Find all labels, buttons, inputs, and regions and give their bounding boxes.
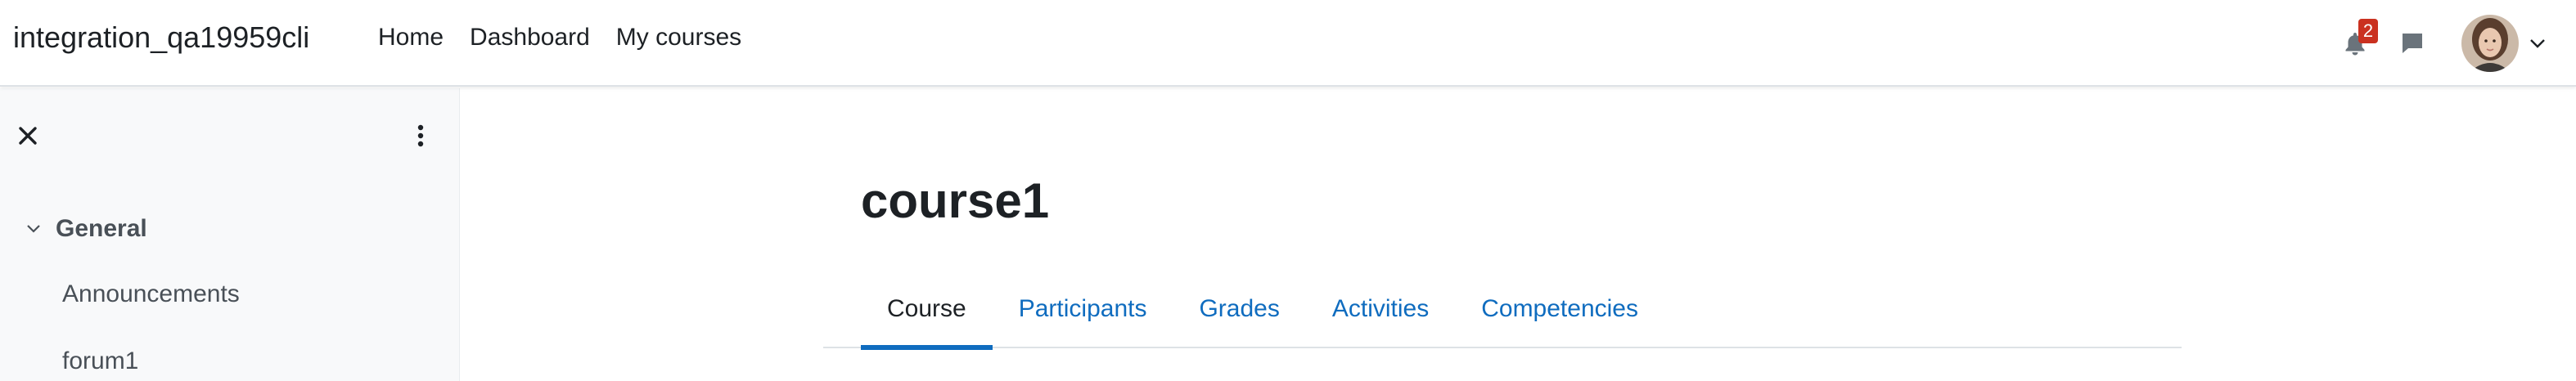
user-navigation: 2	[2335, 0, 2576, 87]
close-icon	[19, 127, 37, 145]
kebab-menu-icon	[417, 124, 424, 147]
course-index-options-button[interactable]	[404, 119, 437, 152]
course-section-general[interactable]: General	[21, 213, 147, 245]
user-avatar[interactable]	[2461, 15, 2519, 72]
tab-activities[interactable]: Activities	[1306, 270, 1455, 348]
nav-link-dashboard[interactable]: Dashboard	[457, 21, 603, 54]
chat-bubble-icon	[2403, 34, 2422, 53]
tab-participants[interactable]: Participants	[993, 270, 1173, 348]
section-title[interactable]: General	[56, 213, 147, 245]
course-index-item-announcements[interactable]: Announcements	[62, 278, 240, 311]
chevron-down-icon	[2530, 39, 2545, 48]
notification-count-badge: 2	[2358, 19, 2378, 43]
avatar-image	[2461, 15, 2519, 72]
primary-navigation: Home Dashboard My courses	[365, 21, 754, 54]
site-name[interactable]: integration_qa19959cli	[13, 20, 309, 56]
section-collapse-toggle[interactable]	[21, 217, 46, 241]
tab-course[interactable]: Course	[861, 270, 993, 350]
close-drawer-button[interactable]	[11, 119, 44, 152]
course-index-drawer: General Announcements forum1	[0, 88, 460, 381]
course-secondary-navigation: Course Participants Grades Activities Co…	[823, 270, 2182, 350]
user-menu-toggle[interactable]	[2524, 29, 2551, 57]
messages-button[interactable]	[2393, 24, 2432, 63]
course-index-item-forum1[interactable]: forum1	[62, 345, 138, 378]
notifications-button[interactable]: 2	[2335, 19, 2378, 63]
top-navbar: integration_qa19959cli Home Dashboard My…	[0, 0, 2576, 87]
chevron-down-icon	[27, 225, 40, 233]
nav-link-my-courses[interactable]: My courses	[603, 21, 754, 54]
nav-link-home[interactable]: Home	[365, 21, 457, 54]
page-title: course1	[861, 173, 1050, 228]
tab-grades[interactable]: Grades	[1173, 270, 1305, 348]
tab-list: Course Participants Grades Activities Co…	[861, 270, 1664, 350]
tab-competencies[interactable]: Competencies	[1455, 270, 1664, 348]
